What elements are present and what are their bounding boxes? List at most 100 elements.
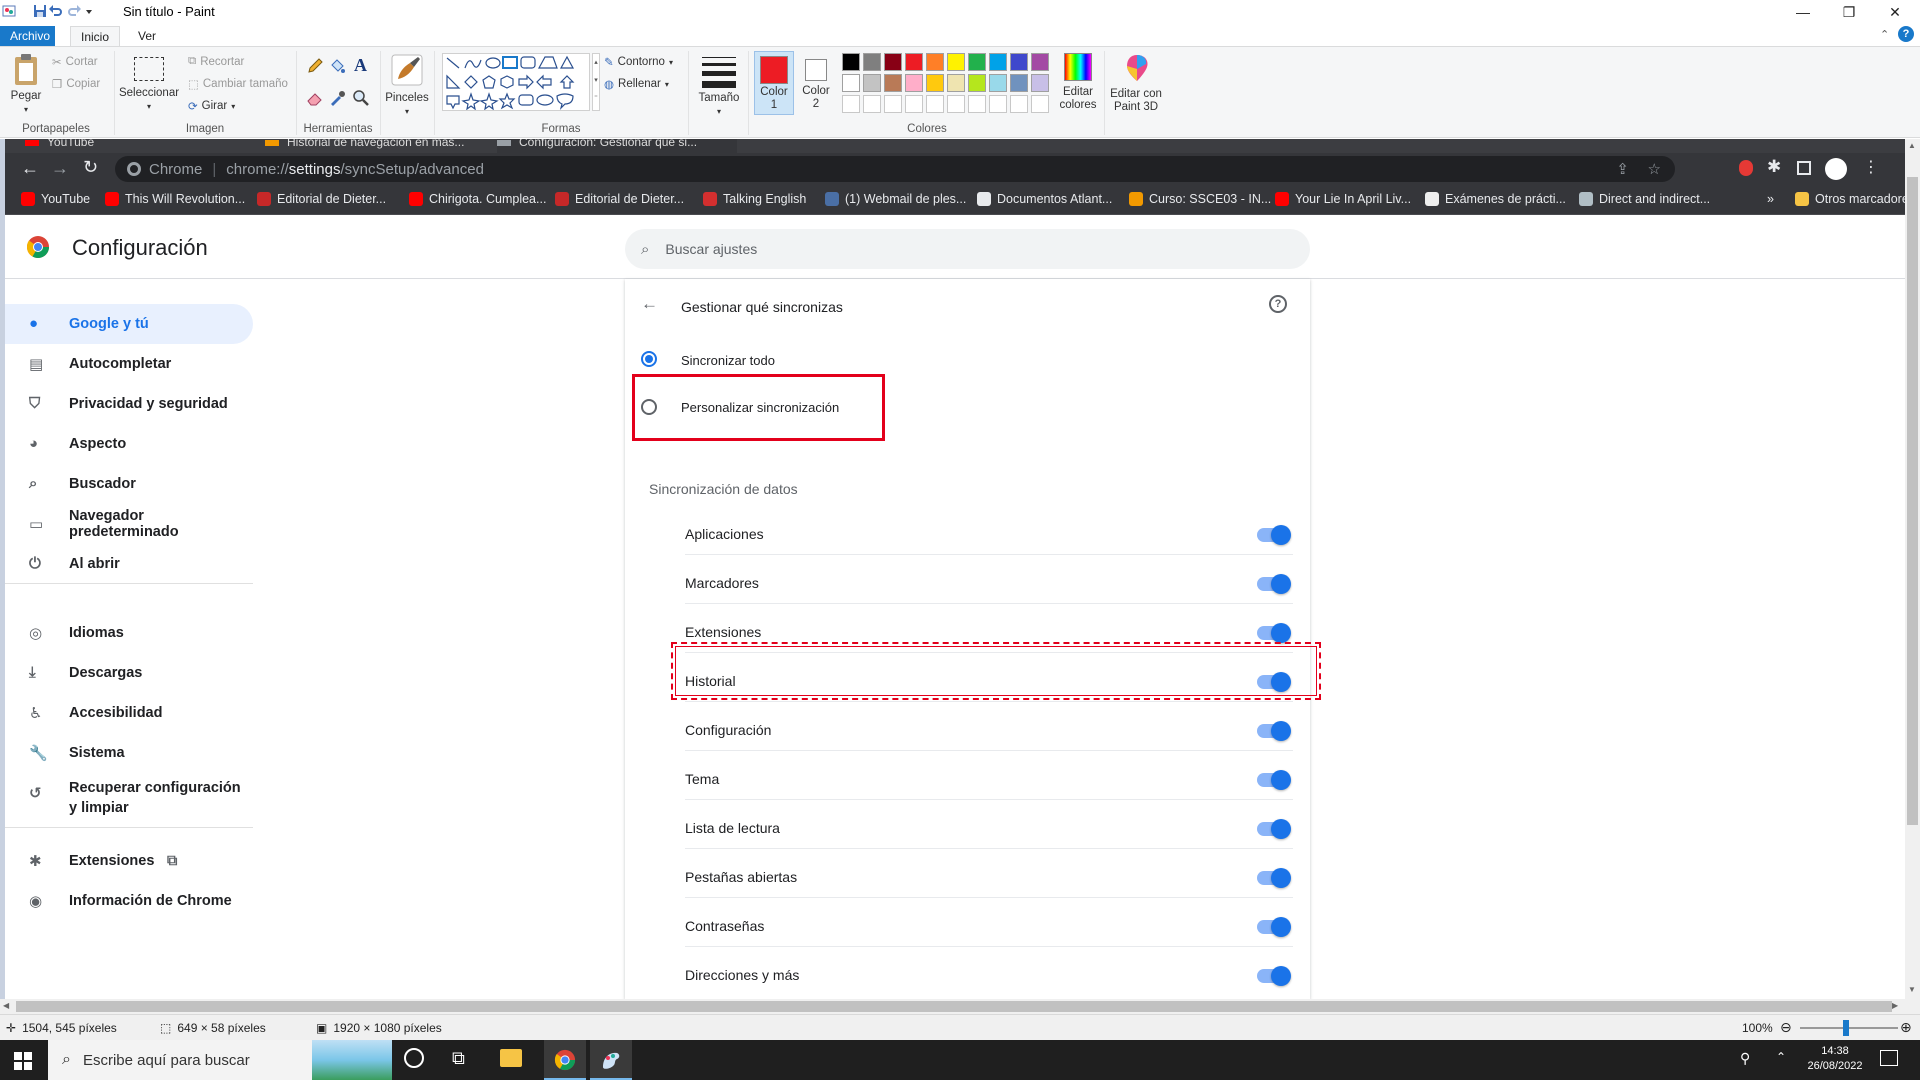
palette-swatch[interactable] (926, 74, 944, 92)
copy-button[interactable]: ❐ Copiar (52, 77, 100, 91)
menu-kebab-icon[interactable]: ⋮ (1863, 157, 1879, 177)
sync-toggle[interactable] (1257, 770, 1291, 790)
chrome-tab-youtube[interactable]: YouTube (25, 139, 265, 153)
paste-button[interactable]: Pegar ▾ (6, 53, 46, 116)
magnifier-icon[interactable] (352, 89, 370, 107)
task-view-icon[interactable]: ⧉ (452, 1048, 465, 1069)
zoom-slider[interactable] (1800, 1027, 1898, 1029)
sidebar-item[interactable]: ⛉ Privacidad y seguridad (5, 384, 253, 424)
undo-icon[interactable] (48, 3, 64, 19)
rotate-button[interactable]: ⟳ Girar ▾ (188, 99, 235, 113)
palette-swatch[interactable] (1010, 74, 1028, 92)
bookmarks-overflow-button[interactable]: » (1767, 192, 1774, 206)
side-panel-icon[interactable] (1797, 161, 1811, 175)
palette-swatch[interactable] (989, 74, 1007, 92)
scroll-down-icon[interactable]: ▼ (1908, 985, 1916, 994)
sidebar-item[interactable]: ✱ Extensiones ⧉ (5, 841, 253, 881)
share-icon[interactable]: ⇪ (1616, 160, 1629, 178)
zoom-in-icon[interactable]: ⊕ (1900, 1019, 1912, 1036)
outline-dropdown[interactable]: ✎ Contorno ▾ (604, 55, 673, 69)
search-settings-input[interactable]: ⌕ Buscar ajustes (625, 229, 1310, 269)
vertical-scroll-thumb[interactable] (1907, 177, 1918, 825)
sidebar-item[interactable]: ▭ Navegador predeterminado (5, 504, 253, 544)
sync-toggle[interactable] (1257, 868, 1291, 888)
palette-swatch[interactable] (1031, 74, 1049, 92)
size-button[interactable]: Tamaño ▾ (694, 53, 744, 118)
collapse-ribbon-icon[interactable]: ⌃ (1880, 28, 1889, 41)
address-bar[interactable]: Chrome | chrome://settings/syncSetup/adv… (115, 156, 1675, 182)
help-icon[interactable]: ? (1269, 295, 1287, 313)
bookmark-item[interactable]: Chirigota. Cumplea... (409, 192, 546, 206)
bookmark-item[interactable]: Documentos Atlant... (977, 192, 1112, 206)
sync-toggle[interactable] (1257, 525, 1291, 545)
redo-icon[interactable] (66, 3, 82, 19)
palette-swatch[interactable] (863, 74, 881, 92)
other-bookmarks-folder[interactable]: Otros marcadores (1795, 192, 1905, 206)
color-picker-icon[interactable] (328, 89, 346, 107)
bookmark-item[interactable]: Direct and indirect... (1579, 192, 1710, 206)
scroll-up-icon[interactable]: ▲ (1908, 141, 1916, 150)
empty-custom-swatch[interactable] (926, 95, 944, 113)
empty-custom-swatch[interactable] (968, 95, 986, 113)
palette-swatch[interactable] (842, 74, 860, 92)
empty-custom-swatch[interactable] (1010, 95, 1028, 113)
empty-custom-swatch[interactable] (989, 95, 1007, 113)
palette-swatch[interactable] (947, 74, 965, 92)
scroll-left-icon[interactable]: ◀ (3, 1001, 9, 1010)
sidebar-item[interactable]: ◕ Aspecto (5, 424, 253, 464)
chrome-tab-settings[interactable]: Configuración: Gestionar qué si... (497, 139, 737, 153)
bookmark-item[interactable]: Exámenes de prácti... (1425, 192, 1566, 206)
empty-custom-swatch[interactable] (947, 95, 965, 113)
chrome-tab-history[interactable]: Historial de navegación en más... (265, 139, 495, 153)
palette-swatch[interactable] (884, 74, 902, 92)
bookmark-item[interactable]: This Will Revolution... (105, 192, 245, 206)
horizontal-scroll-thumb[interactable] (16, 1001, 1892, 1012)
palette-swatch[interactable] (1031, 53, 1049, 71)
sidebar-item[interactable]: 🔧 Sistema (5, 733, 253, 773)
crop-button[interactable]: ⧉ Recortar (188, 55, 244, 68)
palette-swatch[interactable] (905, 74, 923, 92)
vertical-scrollbar[interactable]: ▲ ▼ (1905, 139, 1920, 999)
bookmark-item[interactable]: (1) Webmail de ples... (825, 192, 966, 206)
notifications-icon[interactable] (1880, 1050, 1898, 1066)
sync-toggle[interactable] (1257, 574, 1291, 594)
brushes-button[interactable]: Pinceles ▾ (384, 53, 430, 118)
sidebar-item[interactable]: ⌕ Buscador (5, 464, 253, 504)
sidebar-item[interactable]: ⏻ Al abrir (5, 544, 253, 584)
forward-arrow-icon[interactable]: → (51, 158, 69, 179)
minimize-button[interactable]: — (1780, 0, 1826, 24)
sync-all-radio[interactable] (641, 351, 657, 367)
bookmark-item[interactable]: Editorial de Dieter... (555, 192, 684, 206)
empty-custom-swatch[interactable] (905, 95, 923, 113)
sync-toggle[interactable] (1257, 721, 1291, 741)
tab-inicio[interactable]: Inicio (70, 26, 121, 46)
zoom-slider-thumb[interactable] (1843, 1020, 1849, 1036)
sidebar-item[interactable]: ♿ Accesibilidad (5, 693, 253, 733)
bookmark-item[interactable]: YouTube (21, 192, 90, 206)
cortana-icon[interactable] (404, 1048, 424, 1068)
palette-swatch[interactable] (884, 53, 902, 71)
profile-avatar[interactable] (1825, 158, 1847, 180)
sidebar-item[interactable]: ● Google y tú (5, 304, 253, 344)
bookmark-item[interactable]: Talking English (703, 192, 806, 206)
tab-ver[interactable]: Ver (128, 26, 166, 46)
customize-quick-access-icon[interactable] (84, 3, 94, 19)
fill-bucket-icon[interactable] (328, 57, 346, 75)
sync-toggle[interactable] (1257, 966, 1291, 986)
text-tool-icon[interactable]: A (354, 55, 367, 76)
bookmark-star-icon[interactable]: ☆ (1648, 160, 1661, 178)
pencil-icon[interactable] (306, 57, 324, 75)
file-explorer-icon[interactable] (500, 1049, 522, 1067)
sidebar-item[interactable]: ▤ Autocompletar (5, 344, 253, 384)
windows-start-icon[interactable] (14, 1052, 32, 1070)
edit-paint3d-button[interactable]: Editar con Paint 3D (1108, 53, 1166, 114)
empty-custom-swatch[interactable] (842, 95, 860, 113)
color1-button[interactable]: Color 1 (754, 51, 794, 115)
palette-swatch[interactable] (863, 53, 881, 71)
empty-custom-swatch[interactable] (1031, 95, 1049, 113)
cut-button[interactable]: ✂ Cortar (52, 55, 98, 69)
reload-icon[interactable]: ↻ (83, 157, 98, 178)
empty-custom-swatch[interactable] (884, 95, 902, 113)
empty-custom-swatch[interactable] (863, 95, 881, 113)
palette-swatch[interactable] (926, 53, 944, 71)
